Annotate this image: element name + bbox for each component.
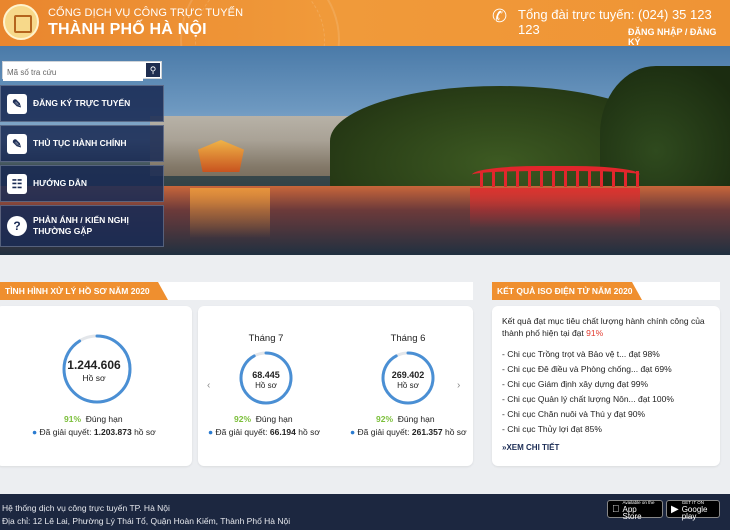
year-total-card: 1.244.606 Hồ sơ 91% Đúng hạn ● Đã giải q… [0, 306, 192, 466]
bullet-icon: ● [208, 427, 214, 437]
login-register-link[interactable]: ĐĂNG NHẬP / ĐĂNG KÝ [628, 27, 730, 47]
month-resolved: ● Đã giải quyết: 66.194 hồ sơ [208, 427, 320, 437]
iso-section-header: KẾT QUẢ ISO ĐIỆN TỬ NĂM 2020 [492, 282, 720, 300]
month-resolved-label: Đã giải quyết: [215, 427, 268, 437]
footer-line1: Hệ thống dịch vụ công trực tuyến TP. Hà … [2, 503, 170, 513]
month-resolved-unit: hồ sơ [444, 427, 467, 437]
iso-list-item: - Chi cục Giám định xây dựng đạt 99% [502, 379, 649, 389]
brand-line1[interactable]: CỔNG DỊCH VỤ CÔNG TRỰC TUYẾN [48, 7, 243, 19]
menu-item-label: ĐĂNG KÝ TRỰC TUYẾN [33, 98, 131, 108]
document-icon: ✎ [7, 133, 27, 154]
site-header: CỔNG DỊCH VỤ CÔNG TRỰC TUYẾN THÀNH PHỐ H… [0, 0, 730, 120]
year-total-resolved-unit: hồ sơ [134, 427, 156, 437]
month-unit: Hồ sơ [255, 381, 277, 390]
year-total-unit: Hồ sơ [82, 373, 106, 383]
menu-item-guide[interactable]: ☷ HƯỚNG DẪN [0, 165, 164, 202]
google-play-badge[interactable]: ▶ GET IT ON Google play [666, 500, 720, 521]
menu-item-label: HƯỚNG DẪN [33, 178, 87, 188]
year-total-resolved: ● Đã giải quyết: 1.203.873 hồ sơ [32, 427, 156, 437]
menu-item-label: PHẢN ÁNH / KIẾN NGHỊ THƯỜNG GẶP [33, 215, 129, 236]
iso-list-item: - Chi cục Quản lý chất lượng Nôn... đạt … [502, 394, 674, 404]
menu-item-feedback[interactable]: ? PHẢN ÁNH / KIẾN NGHỊ THƯỜNG GẶP [0, 205, 164, 247]
iso-list-item: - Chi cục Chăn nuôi và Thú y đạt 90% [502, 409, 646, 419]
footer-address: Địa chỉ: 12 Lê Lai, Phường Lý Thái Tổ, Q… [2, 516, 291, 526]
month-ontime-pct: 92% [234, 414, 252, 424]
side-menu: ✎ ĐĂNG KÝ TRỰC TUYẾN ✎ THỦ TỤC HÀNH CHÍN… [0, 85, 164, 250]
chevron-left-icon[interactable]: ‹ [207, 380, 210, 391]
iso-intro-pct: 91% [586, 328, 604, 338]
city-buildings [150, 116, 350, 176]
month-resolved-unit: hồ sơ [298, 427, 320, 437]
bridge-reflection [470, 188, 640, 228]
month-ontime-pct: 92% [376, 414, 394, 424]
iso-intro-text: Kết quả đạt mục tiêu chất lượng hành chí… [502, 316, 705, 338]
iso-list: - Chi cục Trồng trọt và Bảo vệ t... đạt … [502, 347, 712, 437]
month-label: Tháng 7 [248, 333, 284, 344]
play-icon: ▶ [671, 503, 679, 515]
chevron-right-icon[interactable]: › [457, 380, 460, 391]
year-total-ontime-pct: 91% [64, 414, 82, 424]
edit-icon: ✎ [7, 93, 27, 114]
search-icon[interactable]: ⚲ [146, 63, 160, 77]
year-total-resolved-value: 1.203.873 [93, 427, 132, 437]
brand-line2[interactable]: THÀNH PHỐ HÀ NỘI [48, 21, 207, 39]
status-section-header: TÌNH HÌNH XỬ LÝ HỒ SƠ NĂM 2020 [0, 282, 473, 300]
google-play-big: Google play [681, 504, 708, 521]
month-resolved-value: 66.194 [269, 427, 296, 437]
month-ontime: 92% Đúng hạn [376, 414, 435, 424]
year-total-resolved-label: Đã giải quyết: [39, 427, 92, 437]
view-details-link[interactable]: »XEM CHI TIẾT [502, 443, 559, 452]
status-section-title: TÌNH HÌNH XỬ LÝ HỒ SƠ NĂM 2020 [0, 282, 168, 300]
year-total-value: 1.244.606 [67, 358, 121, 372]
month-ontime: 92% Đúng hạn [234, 414, 293, 424]
iso-intro: Kết quả đạt mục tiêu chất lượng hành chí… [502, 315, 710, 339]
month-resolved-label: Đã giải quyết: [357, 427, 410, 437]
apple-icon:  [612, 504, 620, 515]
red-bridge-rails [480, 171, 640, 187]
question-icon: ? [7, 216, 27, 236]
menu-item-label: THỦ TỤC HÀNH CHÍNH [33, 138, 127, 148]
monthly-card: ‹ › Tháng 7 68.445 Hồ sơ 92% Đúng hạn ● … [198, 306, 473, 466]
bullet-icon: ● [32, 427, 38, 437]
iso-list-item: - Chi cục Đê điều và Phòng chống... đạt … [502, 364, 672, 374]
month-value: 269.402 [391, 370, 425, 380]
year-total-ontime-label: Đúng hạn [85, 414, 123, 424]
search-box: ⚲ [2, 61, 162, 81]
guide-icon: ☷ [7, 173, 27, 194]
month-resolved-value: 261.357 [411, 427, 443, 437]
menu-item-procedures[interactable]: ✎ THỦ TỤC HÀNH CHÍNH [0, 125, 164, 162]
month-unit: Hồ sơ [397, 381, 419, 390]
app-store-big: App Store [615, 505, 651, 520]
month-value: 68.445 [252, 370, 280, 380]
view-details-label: XEM CHI TIẾT [506, 443, 560, 452]
month-label: Tháng 6 [390, 333, 426, 344]
menu-item-online-registration[interactable]: ✎ ĐĂNG KÝ TRỰC TUYẾN [0, 85, 164, 122]
app-store-badge[interactable]:  Available on the App Store [607, 500, 663, 520]
search-input[interactable] [3, 64, 143, 81]
iso-list-item: - Chi cục Trồng trọt và Bảo vệ t... đạt … [502, 349, 660, 359]
bullet-icon: ● [350, 427, 356, 437]
temple-reflection [190, 188, 270, 238]
iso-section-title: KẾT QUẢ ISO ĐIỆN TỬ NĂM 2020 [492, 282, 642, 300]
iso-list-item: - Chi cục Thủy lợi đạt 85% [502, 424, 602, 434]
year-total-ontime: 91% Đúng hạn [64, 414, 123, 424]
hanoi-emblem-icon[interactable] [3, 4, 39, 40]
month-resolved: ● Đã giải quyết: 261.357 hồ sơ [350, 427, 467, 437]
phone-icon: ✆ [492, 6, 508, 26]
month-ontime-label: Đúng hạn [397, 414, 435, 424]
month-ontime-label: Đúng hạn [255, 414, 293, 424]
